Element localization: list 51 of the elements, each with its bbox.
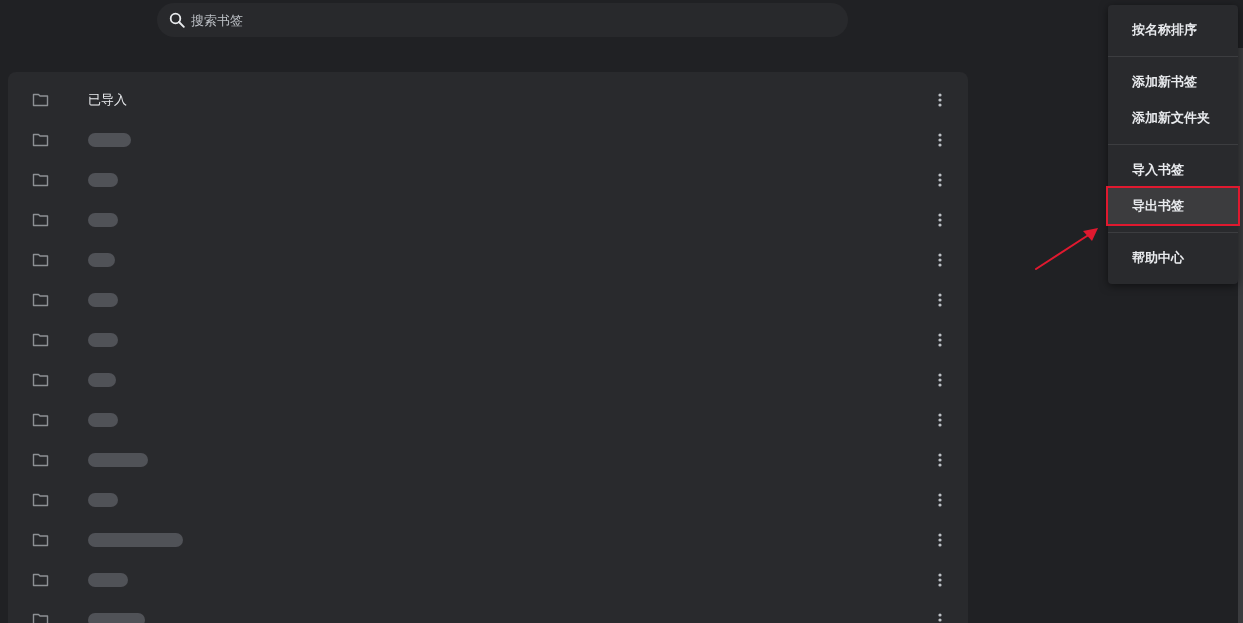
menu-item[interactable]: 添加新文件夹 xyxy=(1108,100,1238,136)
more-icon xyxy=(938,573,942,587)
folder-icon xyxy=(32,133,49,147)
folder-icon xyxy=(32,333,49,347)
more-icon xyxy=(938,93,942,107)
blurred-text xyxy=(88,453,148,467)
search-icon xyxy=(169,12,185,28)
menu-item[interactable]: 按名称排序 xyxy=(1108,12,1238,48)
more-icon xyxy=(938,453,942,467)
folder-icon xyxy=(32,493,49,507)
folder-icon xyxy=(32,213,49,227)
more-icon xyxy=(938,213,942,227)
more-icon xyxy=(938,413,942,427)
folder-icon xyxy=(32,93,49,107)
more-icon xyxy=(938,493,942,507)
more-icon xyxy=(938,293,942,307)
more-icon xyxy=(938,133,942,147)
folder-icon xyxy=(32,573,49,587)
search-field[interactable]: 搜索书签 xyxy=(157,3,848,37)
blurred-text xyxy=(88,573,128,587)
more-icon xyxy=(938,613,942,623)
annotation-arrow xyxy=(1034,226,1100,271)
folder-icon xyxy=(32,253,49,267)
blurred-text xyxy=(88,133,131,147)
more-icon xyxy=(938,373,942,387)
folder-icon xyxy=(32,453,49,467)
folder-icon xyxy=(32,413,49,427)
menu-item[interactable]: 帮助中心 xyxy=(1108,240,1238,276)
menu-item[interactable]: 添加新书签 xyxy=(1108,64,1238,100)
blurred-text xyxy=(88,293,118,307)
more-icon xyxy=(938,253,942,267)
folder-icon xyxy=(32,613,49,623)
folder-icon xyxy=(32,373,49,387)
blurred-text xyxy=(88,213,118,227)
menu-item[interactable]: 导出书签 xyxy=(1108,188,1238,224)
menu-item[interactable]: 导入书签 xyxy=(1108,152,1238,188)
more-icon xyxy=(938,173,942,187)
blurred-text xyxy=(88,333,118,347)
more-icon xyxy=(938,333,942,347)
blurred-text xyxy=(88,373,116,387)
folder-icon xyxy=(32,533,49,547)
folder-icon xyxy=(32,293,49,307)
folder-title: 已导入 xyxy=(88,91,127,109)
blurred-text xyxy=(88,173,118,187)
blurred-text xyxy=(88,493,118,507)
blurred-text xyxy=(88,413,118,427)
folder-icon xyxy=(32,173,49,187)
scrollbar[interactable] xyxy=(1238,48,1243,623)
more-icon xyxy=(938,533,942,547)
blurred-text xyxy=(88,253,115,267)
blurred-text xyxy=(88,613,145,623)
